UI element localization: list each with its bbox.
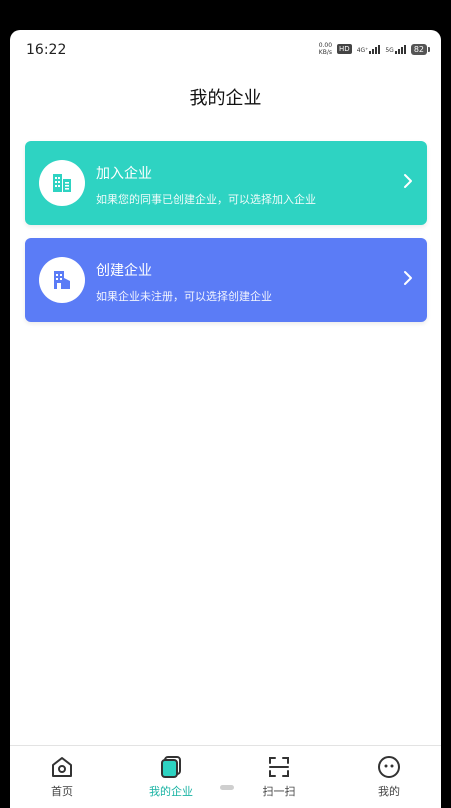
status-time: 16:22 (26, 42, 67, 58)
tab-scan[interactable]: 扫一扫 (244, 754, 314, 799)
join-enterprise-description: 如果您的同事已创建企业，可以选择加入企业 (96, 193, 316, 206)
join-enterprise-title: 加入企业 (96, 166, 152, 182)
tab-profile[interactable]: 我的 (354, 754, 424, 799)
status-icons: 0.00 KB/s HD 4G⁺ 5G 82 (318, 42, 431, 56)
buildings-icon (39, 160, 85, 206)
signal-4g-icon: 4G⁺ (357, 44, 381, 54)
bottom-tab-bar: 首页 我的企业 扫一扫 我的 (10, 745, 441, 808)
network-speed: 0.00 KB/s (318, 42, 333, 56)
home-icon (52, 757, 72, 777)
create-enterprise-description: 如果企业未注册，可以选择创建企业 (96, 290, 272, 303)
battery-icon: 82 (410, 43, 431, 55)
scan-icon (269, 757, 289, 777)
tab-my-enterprise-label: 我的企业 (149, 785, 193, 798)
chevron-right-icon (403, 270, 413, 290)
signal-5g-icon: 5G (385, 44, 406, 54)
page-title: 我的企业 (189, 88, 262, 109)
tab-home[interactable]: 首页 (27, 754, 97, 799)
profile-icon (378, 756, 400, 778)
status-bar: 16:22 0.00 KB/s HD 4G⁺ 5G 82 (10, 30, 441, 70)
join-enterprise-card[interactable]: 加入企业 如果您的同事已创建企业，可以选择加入企业 (25, 141, 427, 225)
create-enterprise-card[interactable]: 创建企业 如果企业未注册，可以选择创建企业 (25, 238, 427, 322)
factory-icon (39, 257, 85, 303)
create-enterprise-title: 创建企业 (96, 263, 152, 279)
tab-scan-label: 扫一扫 (262, 785, 296, 798)
app-screen: 16:22 0.00 KB/s HD 4G⁺ 5G 82 我的企业 加入企业 如… (10, 30, 441, 808)
hd-icon: HD (337, 44, 352, 54)
enterprise-icon (161, 756, 181, 778)
tab-my-enterprise[interactable]: 我的企业 (136, 754, 206, 799)
home-indicator (220, 785, 234, 790)
tab-home-label: 首页 (51, 785, 73, 798)
tab-profile-label: 我的 (378, 785, 400, 798)
chevron-right-icon (403, 173, 413, 193)
